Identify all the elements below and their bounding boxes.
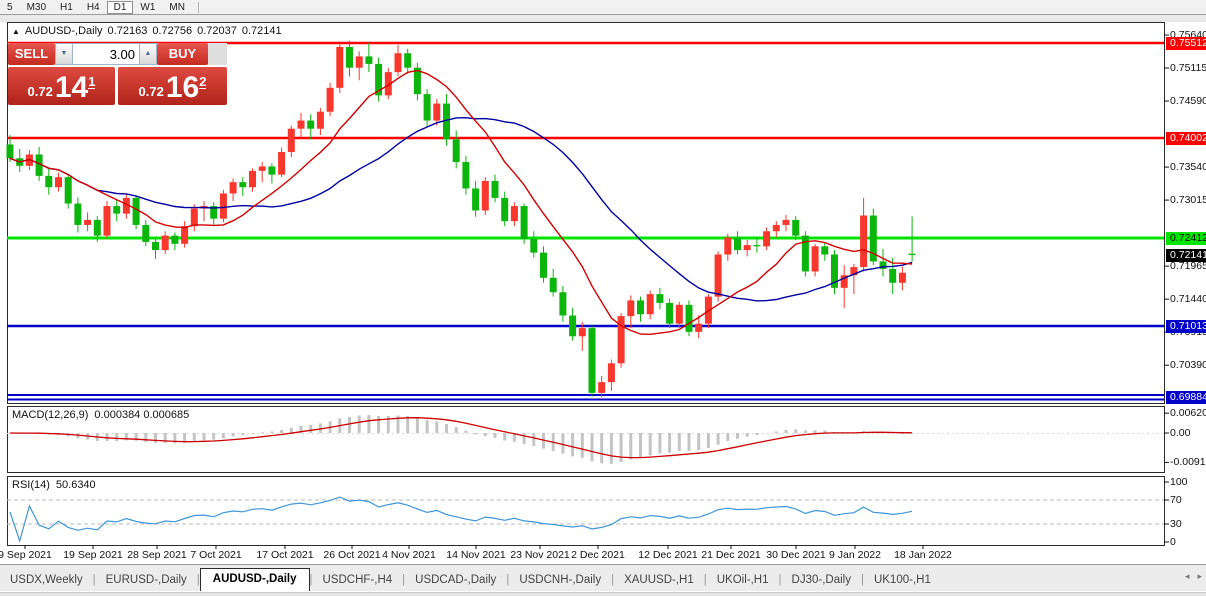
collapse-triangle-icon[interactable]: ▲: [12, 27, 20, 36]
date-tick-label: 17 Oct 2021: [256, 549, 313, 561]
tab-xauusd-h1[interactable]: XAUUSD-,H1: [614, 570, 704, 591]
ohlc-high: 0.72756: [152, 25, 192, 37]
date-tick-label: 21 Dec 2021: [701, 549, 761, 561]
tab-ukoil-h1[interactable]: UKOil-,H1: [707, 570, 779, 591]
buy-button[interactable]: BUY: [157, 43, 208, 65]
price-tick-label: 0.74590: [1170, 95, 1206, 107]
sell-button[interactable]: SELL: [8, 43, 55, 65]
price-tick-label: 0.73540: [1170, 161, 1206, 173]
date-tick-label: 28 Sep 2021: [127, 549, 187, 561]
ohlc-open: 0.72163: [108, 25, 148, 37]
rsi-title: RSI(14) 50.6340: [12, 479, 96, 491]
macd-title: MACD(12,26,9) 0.000384 0.000685: [12, 409, 189, 421]
bid-price-point: 1: [88, 76, 95, 89]
date-tick-label: 26 Oct 2021: [323, 549, 380, 561]
symbol-tabbar: USDX,Weekly|EURUSD-,Daily|AUDUSD-,Daily|…: [0, 565, 1206, 591]
tab-usdx-weekly[interactable]: USDX,Weekly: [0, 570, 93, 591]
date-tick-label: 30 Dec 2021: [766, 549, 826, 561]
rsi-indicator-name: RSI(14): [12, 479, 50, 491]
volume-input[interactable]: [73, 43, 139, 65]
macd-axis-label: -0.00919: [1170, 456, 1206, 468]
tab-audusd-daily[interactable]: AUDUSD-,Daily: [200, 568, 310, 591]
tab-eurusd-daily[interactable]: EURUSD-,Daily: [96, 570, 197, 591]
date-tick-label: 7 Oct 2021: [190, 549, 241, 561]
date-tick-label: 14 Nov 2021: [446, 549, 506, 561]
ohlc-low: 0.72037: [197, 25, 237, 37]
bid-price-box[interactable]: 0.72 14 1: [8, 67, 115, 105]
price-line-label: 0.74002: [1166, 132, 1206, 145]
rsi-axis-label: 70: [1170, 494, 1182, 506]
date-tick-label: 12 Dec 2021: [638, 549, 698, 561]
date-tick-label: 18 Jan 2022: [894, 549, 952, 561]
tab-uk100-h1[interactable]: UK100-,H1: [864, 570, 941, 591]
tab-usdchf-h4[interactable]: USDCHF-,H4: [313, 570, 403, 591]
price-line-label: 0.71013: [1166, 320, 1206, 333]
rsi-axis-label: 0: [1170, 536, 1176, 548]
volume-increase-button[interactable]: ▲: [139, 43, 157, 65]
price-line-label: 0.75512: [1166, 37, 1206, 50]
current-price-label: 0.72141: [1166, 249, 1206, 262]
macd-indicator-name: MACD(12,26,9): [12, 409, 88, 421]
ask-price-pips: 16: [166, 74, 199, 102]
tab-scroll-left-icon[interactable]: ◂: [1185, 571, 1190, 582]
macd-axis-label: 0.00: [1170, 427, 1190, 439]
price-line-label: 0.69884: [1166, 391, 1206, 404]
price-tick-label: 0.71965: [1170, 260, 1206, 272]
price-tick-label: 0.71440: [1170, 293, 1206, 305]
trading-terminal: 5M30H1H4D1W1MN ▲ AUDUSD-,Daily 0.72163 0…: [0, 0, 1206, 596]
trade-panel-top-row: SELL ▼ ▲ BUY: [8, 43, 227, 65]
volume-decrease-button[interactable]: ▼: [55, 43, 73, 65]
macd-indicator-values: 0.000384 0.000685: [94, 409, 189, 421]
one-click-trade-panel: SELL ▼ ▲ BUY 0.72 14 1 0.72 16 2: [8, 43, 227, 105]
tab-scroll-arrows: ◂ ▸: [1185, 571, 1202, 582]
date-tick-label: 4 Nov 2021: [382, 549, 436, 561]
date-tick-label: 23 Nov 2021: [510, 549, 570, 561]
date-tick-label: 9 Jan 2022: [829, 549, 881, 561]
ask-price-prefix: 0.72: [139, 82, 164, 102]
date-tick-label: 2 Dec 2021: [571, 549, 625, 561]
ask-price-point: 2: [199, 76, 206, 89]
price-tick-label: 0.75115: [1170, 62, 1206, 74]
ohlc-close: 0.72141: [242, 25, 282, 37]
rsi-axis-label: 100: [1170, 476, 1188, 488]
ask-price-box[interactable]: 0.72 16 2: [118, 67, 227, 105]
macd-axis-label: 0.006201: [1170, 407, 1206, 419]
bid-price-prefix: 0.72: [28, 82, 53, 102]
tab-scroll-right-icon[interactable]: ▸: [1197, 571, 1202, 582]
tab-usdcnh-daily[interactable]: USDCNH-,Daily: [509, 570, 611, 591]
status-strip: [0, 592, 1206, 596]
date-tick-label: 9 Sep 2021: [0, 549, 52, 561]
bid-price-pips: 14: [55, 74, 88, 102]
tab-usdcad-daily[interactable]: USDCAD-,Daily: [405, 570, 506, 591]
tab-dj30-daily[interactable]: DJ30-,Daily: [782, 570, 861, 591]
price-tick-label: 0.73015: [1170, 194, 1206, 206]
price-tick-label: 0.70390: [1170, 359, 1206, 371]
rsi-axis-label: 30: [1170, 518, 1182, 530]
price-line-label: 0.72412: [1166, 232, 1206, 245]
chart-title: ▲ AUDUSD-,Daily 0.72163 0.72756 0.72037 …: [12, 25, 282, 37]
symbol-period-label: AUDUSD-,Daily: [25, 25, 103, 37]
rsi-indicator-value: 50.6340: [56, 479, 96, 491]
date-tick-label: 19 Sep 2021: [63, 549, 123, 561]
